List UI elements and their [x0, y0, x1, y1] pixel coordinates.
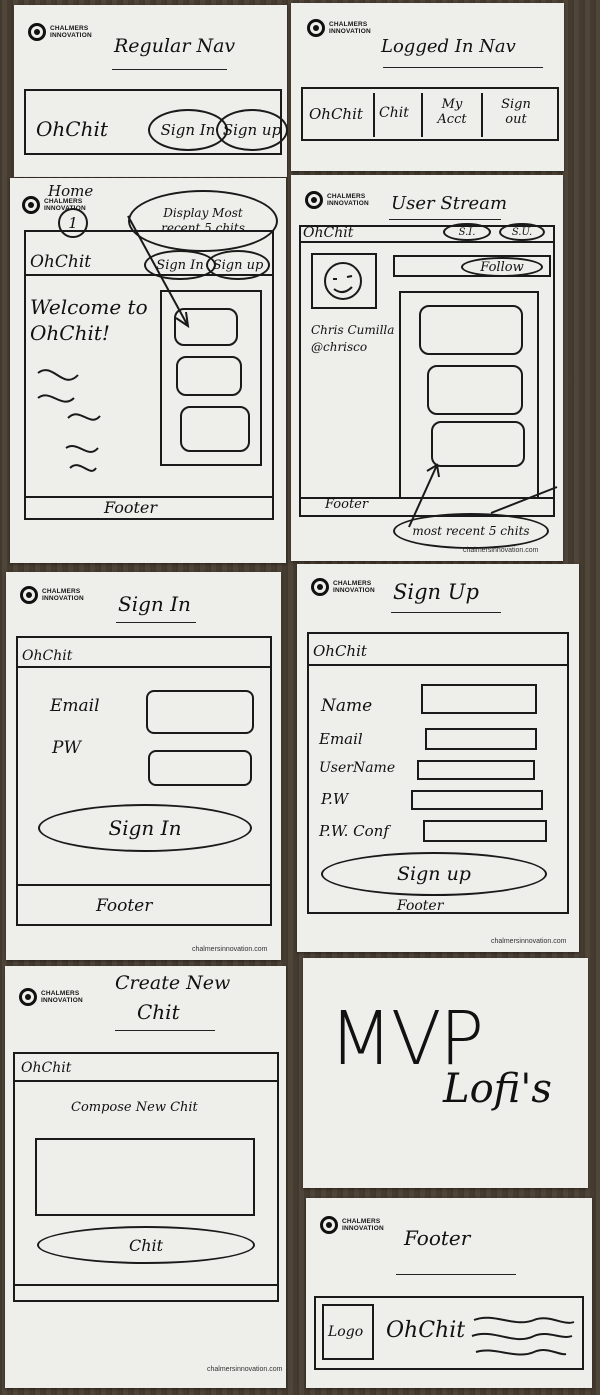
card-mvp: MVP Lofi's [303, 958, 588, 1188]
email-field[interactable] [146, 690, 254, 734]
chit-item[interactable] [176, 356, 242, 396]
brand-logo: CHALMERS INNOVATION [307, 19, 371, 37]
chalmers-logo-icon [311, 578, 329, 596]
nav-app-name[interactable]: OhChit [21, 1060, 71, 1076]
card-title: Regular Nav [114, 35, 236, 57]
brand-logo: CHALMERS INNOVATION [20, 586, 84, 604]
card-footer: CHALMERS INNOVATION Footer Logo OhChit [306, 1198, 592, 1388]
annotation-note: most recent 5 chits [393, 513, 549, 549]
card-title: Sign In [118, 592, 191, 616]
email-field[interactable] [425, 728, 537, 750]
compose-textarea[interactable] [35, 1138, 255, 1216]
name-label: Name [321, 696, 373, 716]
brand-logo: CHALMERS INNOVATION [19, 988, 83, 1006]
chalmers-logo-icon [19, 988, 37, 1006]
nav-item-ohchit[interactable]: OhChit [309, 105, 363, 123]
footer-label: Footer [397, 898, 444, 914]
lofis-title: Lofi's [443, 1066, 552, 1112]
card-sign-in: CHALMERS INNOVATION Sign In OhChit Email … [6, 572, 281, 960]
chalmers-logo-icon [307, 19, 325, 37]
email-label: Email [319, 730, 363, 748]
password-confirm-label: P.W. Conf [319, 822, 389, 840]
chit-submit-button[interactable]: Chit [37, 1226, 255, 1264]
footer-label: Footer [104, 498, 158, 517]
chit-item[interactable] [174, 308, 238, 346]
chalmers-logo-icon [20, 586, 38, 604]
card-title-line1: Create New [115, 972, 231, 994]
card-user-stream: CHALMERS INNOVATION User Stream OhChit S.… [291, 175, 563, 561]
password-label: PW [52, 738, 81, 758]
sign-in-button[interactable]: Sign In [38, 804, 252, 852]
nav-app-name[interactable]: OhChit [36, 117, 108, 141]
footer-links-squiggle-icon [471, 1316, 575, 1356]
compose-heading: Compose New Chit [71, 1100, 198, 1115]
name-field[interactable] [421, 684, 537, 714]
chit-item[interactable] [180, 406, 250, 452]
username-field[interactable] [417, 760, 535, 780]
password-label: P.W [321, 790, 349, 808]
password-field[interactable] [411, 790, 543, 810]
card-home: CHALMERS INNOVATION Home 1 Display Most r… [10, 178, 286, 563]
email-label: Email [50, 696, 100, 716]
card-create-chit: CHALMERS INNOVATION Create New Chit OhChi… [5, 966, 286, 1388]
password-field[interactable] [148, 750, 252, 786]
nav-app-name[interactable]: OhChit [22, 648, 72, 664]
nav-item-sign-out[interactable]: Sign out [491, 97, 541, 127]
nav-app-name[interactable]: OhChit [313, 642, 367, 660]
footer-label: Footer [96, 896, 153, 916]
card-title-line2: Chit [137, 1000, 180, 1024]
sign-up-button[interactable]: Sign up [321, 852, 547, 896]
card-logged-in-nav: CHALMERS INNOVATION Logged In Nav OhChit … [291, 3, 564, 171]
password-confirm-field[interactable] [423, 820, 547, 842]
card-regular-nav: CHALMERS INNOVATION Regular Nav OhChit Si… [14, 5, 288, 177]
brand-logo: CHALMERS INNOVATION [28, 23, 92, 41]
card-title: Logged In Nav [381, 36, 516, 57]
card-sign-up: CHALMERS INNOVATION Sign Up OhChit Name E… [297, 564, 579, 952]
nav-item-my-acct[interactable]: My Acct [429, 97, 475, 127]
chalmers-logo-icon [28, 23, 46, 41]
nav-item-chit[interactable]: Chit [379, 105, 409, 121]
sign-up-button[interactable]: Sign up [216, 109, 288, 151]
brand-logo: CHALMERS INNOVATION [311, 578, 375, 596]
card-title: Sign Up [393, 580, 479, 604]
username-label: UserName [319, 760, 396, 776]
